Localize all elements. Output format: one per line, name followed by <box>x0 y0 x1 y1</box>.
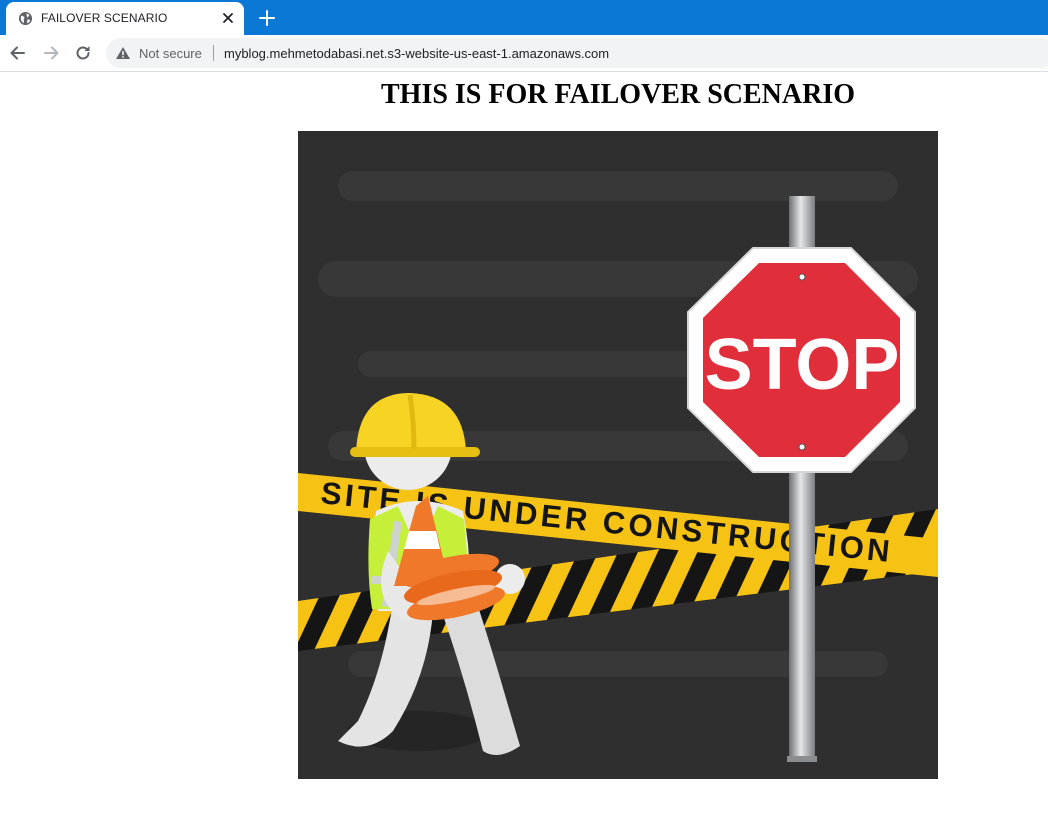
address-bar[interactable]: Not secure myblog.mehmetodabasi.net.s3-w… <box>106 38 1048 68</box>
plus-icon[interactable] <box>256 7 278 29</box>
url-text[interactable]: myblog.mehmetodabasi.net.s3-website-us-e… <box>224 46 609 61</box>
stop-sign-text: STOP <box>705 325 900 405</box>
construction-illustration: SITE IS UNDER CONSTRUCTION STOP <box>298 131 938 779</box>
close-icon[interactable] <box>220 10 236 26</box>
tab-title: FAILOVER SCENARIO <box>41 11 168 25</box>
browser-toolbar: Not secure myblog.mehmetodabasi.net.s3-w… <box>0 35 1048 72</box>
forward-arrow-icon[interactable] <box>41 43 61 63</box>
tab-strip: FAILOVER SCENARIO <box>0 0 1048 35</box>
browser-tab[interactable]: FAILOVER SCENARIO <box>6 2 244 35</box>
page-title: THIS IS FOR FAILOVER SCENARIO <box>380 79 856 110</box>
reload-icon[interactable] <box>73 43 93 63</box>
globe-icon <box>18 11 33 26</box>
security-label[interactable]: Not secure <box>139 46 202 61</box>
back-arrow-icon[interactable] <box>8 43 28 63</box>
address-separator <box>213 45 214 61</box>
warning-icon[interactable] <box>115 46 131 60</box>
